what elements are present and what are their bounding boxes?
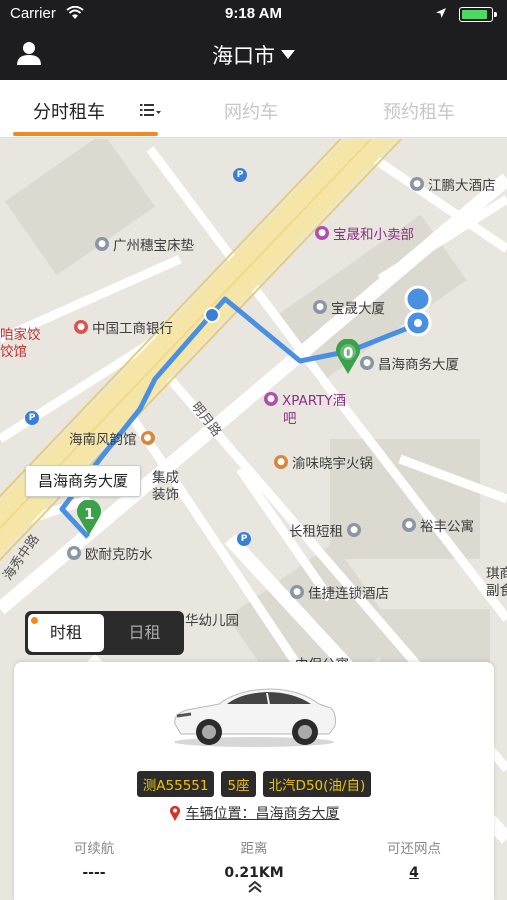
range-label: 可续航 [73, 841, 115, 857]
tab-ride-hailing[interactable]: 网约车 [224, 98, 278, 124]
poi-label: 长租短租 ● [289, 520, 361, 540]
car-marker-0-label: 0 [343, 344, 354, 362]
top-navbar: 海口市 [0, 28, 507, 80]
daily-rent-option[interactable]: 日租 [105, 611, 184, 655]
poi-label: ● 宝晟大厦 [313, 297, 385, 317]
parking-icon: P [237, 532, 251, 546]
poi-label: 海南风韵馆 ● [69, 428, 155, 448]
rent-mode-toggle: 时租 日租 [25, 611, 184, 655]
hourly-rent-option[interactable]: 时租 [28, 614, 104, 652]
location-value: 昌海商务大厦 [255, 806, 340, 822]
poi-label: ● 中国工商银行 [74, 317, 173, 337]
selected-dot [31, 617, 38, 624]
vehicle-tags: 测A55551 5座 北汽D50(油/自) [14, 771, 494, 797]
return-points-value[interactable]: 4 [344, 865, 484, 881]
poi-label: ● 佳捷连锁酒店 [290, 582, 389, 602]
poi-label: ● XPARTY酒 [264, 389, 346, 409]
poi-label: 吧 [283, 411, 297, 427]
parking-icon: P [233, 168, 247, 182]
range-value: ---- [82, 865, 106, 881]
return-points-stat[interactable]: 可还网点 4 [344, 837, 484, 881]
plate-tag: 测A55551 [136, 771, 215, 797]
poi-label: 副食 [486, 583, 507, 599]
vehicle-card[interactable]: 测A55551 5座 北汽D50(油/自) 车辆位置：昌海商务大厦 可续航 --… [14, 662, 494, 900]
map-pin-icon [169, 805, 180, 821]
distance-label: 距离 [240, 841, 268, 857]
poi-label: ● 江鹏大酒店 [410, 174, 496, 194]
poi-label: ● 宝晟和小卖部 [315, 223, 414, 243]
model-tag: 北汽D50(油/自) [262, 771, 372, 797]
location-label: 车辆位置： [185, 806, 256, 822]
seats-tag: 5座 [221, 771, 256, 797]
list-filter-icon[interactable] [138, 102, 162, 118]
service-tabs: 分时租车 网约车 预约租车 [0, 80, 507, 138]
city-selector[interactable]: 海口市 [0, 40, 507, 70]
city-label: 海口市 [212, 44, 275, 68]
active-tab-indicator [13, 132, 158, 136]
caret-down-icon [281, 50, 295, 59]
range-stat: 可续航 ---- [24, 837, 164, 881]
distance-value: 0.21KM [224, 865, 284, 881]
distance-stat: 距离 0.21KM [184, 837, 324, 881]
battery-icon [459, 7, 497, 22]
poi-label: 饺馆 [0, 344, 27, 360]
parking-icon: P [25, 411, 39, 425]
poi-label: ● 裕丰公寓 [402, 515, 474, 535]
poi-label: ● 广州穗宝床垫 [95, 234, 194, 254]
location-callout[interactable]: 昌海商务大厦 [25, 465, 142, 497]
poi-label: 装饰 [152, 487, 179, 503]
vehicle-location[interactable]: 车辆位置：昌海商务大厦 [14, 803, 494, 823]
poi-label: ● 渝味晓宇火锅 [274, 452, 373, 472]
poi-label: ● 欧耐克防水 [67, 543, 153, 563]
location-arrow-icon [436, 8, 446, 18]
tab-hourly-rental[interactable]: 分时租车 [33, 98, 105, 124]
car-image [174, 688, 336, 747]
return-points-label: 可还网点 [387, 841, 441, 857]
car-marker-1-label: 1 [84, 505, 95, 523]
poi-label: 华幼儿园 [185, 613, 239, 629]
clock: 9:18 AM [225, 5, 282, 22]
status-bar: Carrier 9:18 AM [0, 0, 507, 28]
tab-reservation-rental[interactable]: 预约租车 [383, 98, 455, 124]
chevron-up-icon[interactable] [247, 880, 263, 894]
poi-label: ● 昌海商务大厦 [360, 353, 459, 373]
